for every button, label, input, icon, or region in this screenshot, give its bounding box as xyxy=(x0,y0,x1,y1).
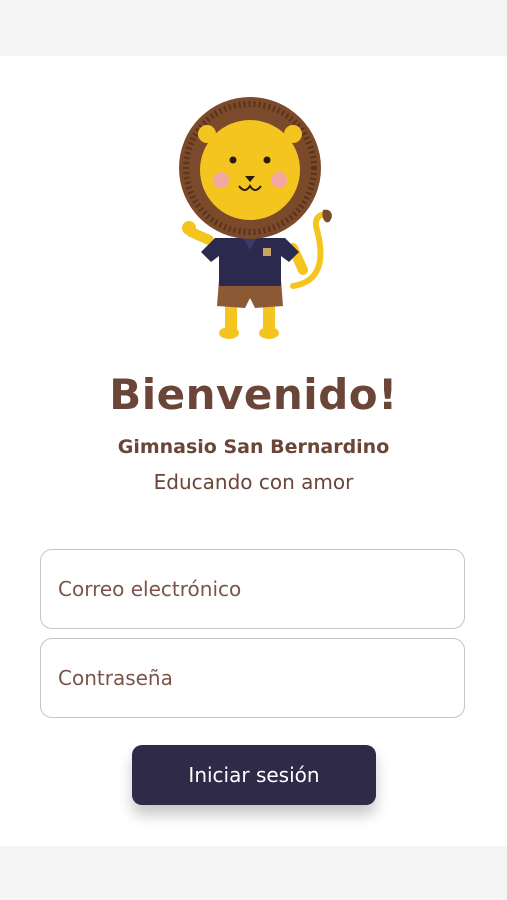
school-motto: Educando con amor xyxy=(153,470,354,494)
lion-mascot-icon xyxy=(179,97,332,339)
status-bar xyxy=(0,0,507,56)
email-field[interactable] xyxy=(56,576,455,602)
login-button[interactable]: Iniciar sesión xyxy=(132,745,376,805)
school-name: Gimnasio San Bernardino xyxy=(117,436,390,458)
password-field[interactable] xyxy=(56,665,455,691)
navigation-bar xyxy=(0,846,507,900)
password-field-container xyxy=(40,638,465,718)
welcome-title: Bienvenido! xyxy=(109,370,398,419)
email-field-container xyxy=(40,549,465,629)
